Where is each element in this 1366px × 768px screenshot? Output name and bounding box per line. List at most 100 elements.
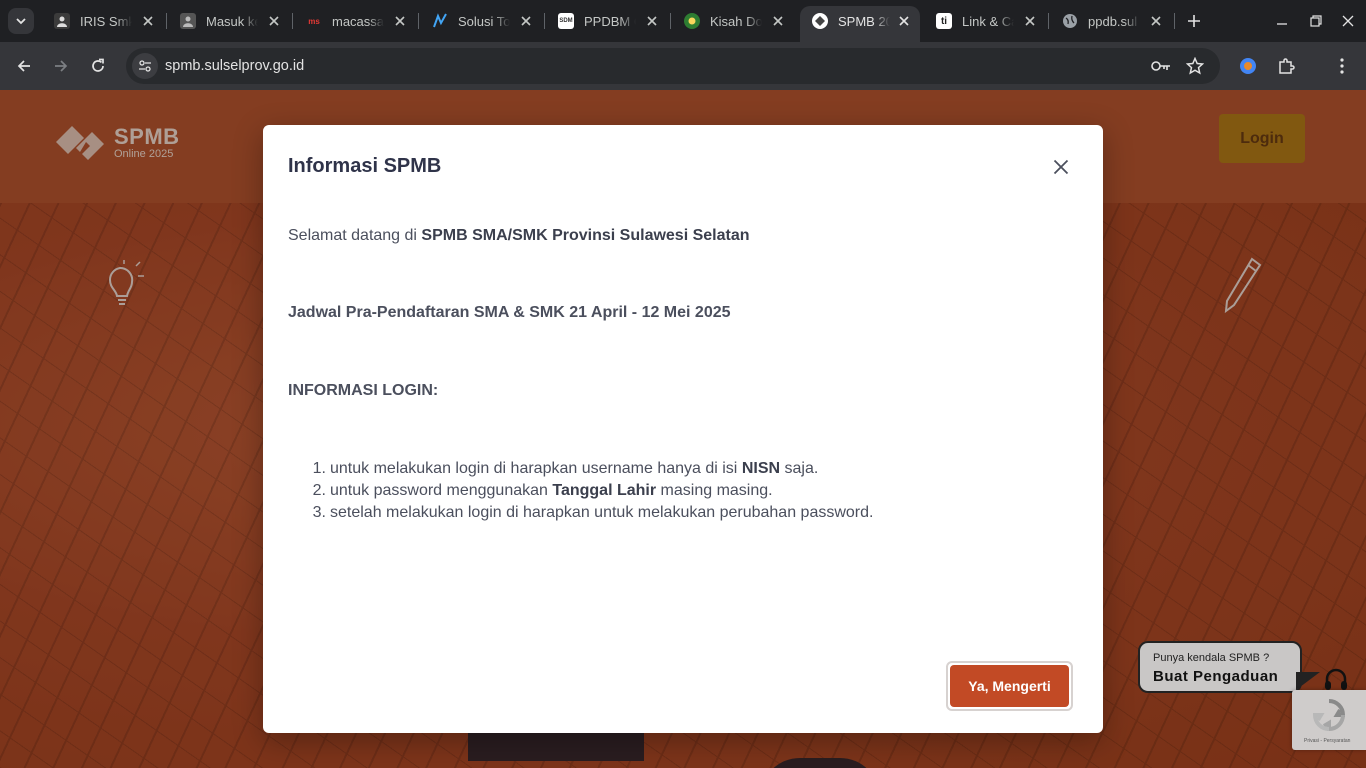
browser-menu-button[interactable] (1328, 52, 1356, 80)
close-icon (1342, 15, 1354, 27)
tab-separator (1048, 13, 1049, 29)
tab-strip: IRIS Smk Masuk ke ms macassa Solusi To S… (0, 0, 1366, 42)
user-icon (54, 13, 70, 29)
rule-text-end: saja. (780, 460, 819, 477)
spmb-logo-icon (812, 13, 828, 29)
arrow-left-icon (17, 60, 30, 72)
tab-title: PPDBM O (584, 13, 636, 29)
list-number: 2. (312, 482, 326, 499)
restore-icon (1310, 15, 1322, 27)
schedule-text: Jadwal Pra-Pendaftaran SMA & SMK 21 Apri… (288, 304, 731, 321)
list-item: 3. setelah melakukan login di harapkan un… (288, 502, 874, 524)
rule-text-end: masing masing. (656, 482, 773, 499)
welcome-prefix: Selamat datang di (288, 227, 422, 244)
list-item: 2. untuk password menggunakan Tanggal Lah… (288, 480, 873, 502)
tab-title: Kisah Do (710, 13, 762, 29)
list-number: 3. (312, 504, 326, 521)
list-number: 1. (312, 460, 326, 477)
rule-text: untuk password menggunakan (330, 482, 553, 499)
close-tab-icon[interactable] (644, 13, 660, 29)
browser-tab[interactable]: ppdb.sul (1050, 6, 1172, 36)
tune-icon (139, 60, 151, 72)
rule-bold: Tanggal Lahir (552, 482, 657, 499)
complaint-question: Punya kendala SPMB ? (1153, 652, 1270, 664)
puzzle-icon (1279, 58, 1295, 74)
minimize-icon (1277, 23, 1287, 25)
close-tab-icon[interactable] (770, 13, 786, 29)
tab-title: ppdb.sul (1088, 13, 1138, 29)
user-icon (180, 13, 196, 29)
close-icon (1053, 159, 1069, 175)
browser-tab[interactable]: Kisah Do (672, 6, 794, 36)
info-modal: Informasi SPMB Selamat datang di SPMB SM… (263, 125, 1103, 733)
arrow-right-icon (55, 60, 68, 72)
tab-separator (670, 13, 671, 29)
tab-title: IRIS Smk (80, 13, 132, 29)
browser-toolbar: spmb.sulselprov.go.id (0, 42, 1366, 90)
more-vert-icon (1340, 58, 1344, 74)
confirm-button-label: Ya, Mengerti (950, 665, 1069, 707)
browser-tab[interactable]: Solusi To (420, 6, 542, 36)
complaint-button[interactable]: Punya kendala SPMB ? Buat Pengaduan (1138, 641, 1302, 693)
chevron-down-icon (16, 18, 26, 25)
close-window-button[interactable] (1335, 8, 1361, 34)
browser-tab-active[interactable]: SPMB 20 (800, 6, 920, 42)
star-icon (1186, 57, 1204, 75)
browser-tab[interactable]: SDM PPDBM O (546, 6, 668, 36)
close-tab-icon[interactable] (266, 13, 282, 29)
reload-icon (92, 58, 104, 72)
recaptcha-icon (1312, 699, 1346, 732)
browser-tab[interactable]: Masuk ke (168, 6, 290, 36)
bookmark-button[interactable] (1183, 54, 1207, 78)
recaptcha-badge[interactable]: Privasi - Persyaratan (1292, 690, 1366, 750)
tab-separator (1174, 13, 1175, 29)
tab-title: Solusi To (458, 13, 510, 29)
reload-button[interactable] (84, 52, 112, 80)
extension-logo-icon (1240, 58, 1256, 74)
close-tab-icon[interactable] (392, 13, 408, 29)
tab-separator (418, 13, 419, 29)
recaptcha-links[interactable]: Privasi - Persyaratan (1304, 738, 1350, 744)
tab-separator (544, 13, 545, 29)
close-tab-icon[interactable] (1148, 13, 1164, 29)
browser-tab[interactable]: ms macassa (294, 6, 416, 36)
close-tab-icon[interactable] (1022, 13, 1038, 29)
welcome-bold: SPMB SMA/SMK Provinsi Sulawesi Selatan (421, 227, 750, 244)
extensions-menu-button[interactable] (1272, 52, 1300, 80)
address-bar[interactable]: spmb.sulselprov.go.id (126, 48, 1220, 84)
site-info-button[interactable] (132, 53, 158, 79)
browser-tab[interactable]: IRIS Smk (42, 6, 164, 36)
list-item: 1. untuk melakukan login di harapkan user… (288, 458, 873, 480)
tab-separator (166, 13, 167, 29)
modal-title: Informasi SPMB (288, 155, 442, 177)
tab-separator (292, 13, 293, 29)
rule-bold: NISN (741, 460, 781, 477)
url-text[interactable]: spmb.sulselprov.go.id (165, 58, 304, 74)
complaint-action: Buat Pengaduan (1153, 668, 1279, 685)
browser-tab[interactable]: ti Link & Ca (924, 6, 1046, 36)
speech-tail (1296, 672, 1320, 690)
macassar-logo-icon: ms (308, 16, 320, 26)
password-key-button[interactable] (1149, 54, 1173, 78)
new-tab-button[interactable] (1182, 9, 1206, 33)
tab-search-button[interactable] (8, 8, 34, 34)
close-tab-icon[interactable] (518, 13, 534, 29)
login-rules-list: 1. untuk melakukan login di harapkan user… (288, 458, 874, 524)
forward-button[interactable] (47, 52, 75, 80)
restore-button[interactable] (1303, 8, 1329, 34)
modal-close-button[interactable] (1049, 155, 1073, 179)
back-button[interactable] (10, 52, 38, 80)
minimize-button[interactable] (1269, 8, 1295, 34)
plus-icon (1188, 15, 1200, 27)
close-tab-icon[interactable] (896, 13, 912, 29)
welcome-text: Selamat datang di SPMB SMA/SMK Provinsi … (288, 227, 750, 245)
rule-text: setelah melakukan login di harapkan untu… (330, 504, 874, 521)
tab-title: Link & Ca (962, 13, 1014, 29)
ppdbm-logo-icon: SDM (558, 13, 574, 29)
solusi-logo-icon (432, 13, 448, 29)
key-icon (1151, 61, 1170, 71)
confirm-button[interactable]: Ya, Mengerti (946, 661, 1073, 711)
extension-button[interactable] (1234, 52, 1262, 80)
login-info-heading: INFORMASI LOGIN: (288, 382, 439, 399)
close-tab-icon[interactable] (140, 13, 156, 29)
